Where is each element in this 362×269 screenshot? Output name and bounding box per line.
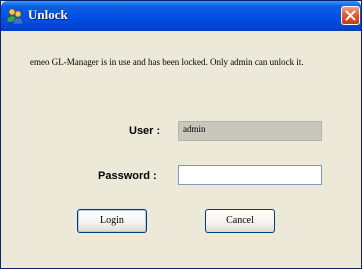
user-label: User : [129, 125, 161, 137]
cancel-button[interactable]: Cancel [205, 209, 275, 233]
password-label: Password : [98, 170, 157, 182]
close-icon [345, 10, 356, 21]
user-field: admin [178, 121, 322, 141]
users-icon [6, 8, 24, 25]
lock-message: emeo GL-Manager is in use and has been l… [30, 57, 304, 67]
password-field[interactable] [178, 165, 322, 185]
title-bar[interactable]: Unlock [1, 1, 361, 31]
login-button[interactable]: Login [77, 209, 147, 233]
close-button[interactable] [341, 6, 360, 25]
unlock-dialog: Unlock emeo GL-Manager is in use and has… [0, 0, 362, 269]
window-title: Unlock [28, 7, 68, 22]
